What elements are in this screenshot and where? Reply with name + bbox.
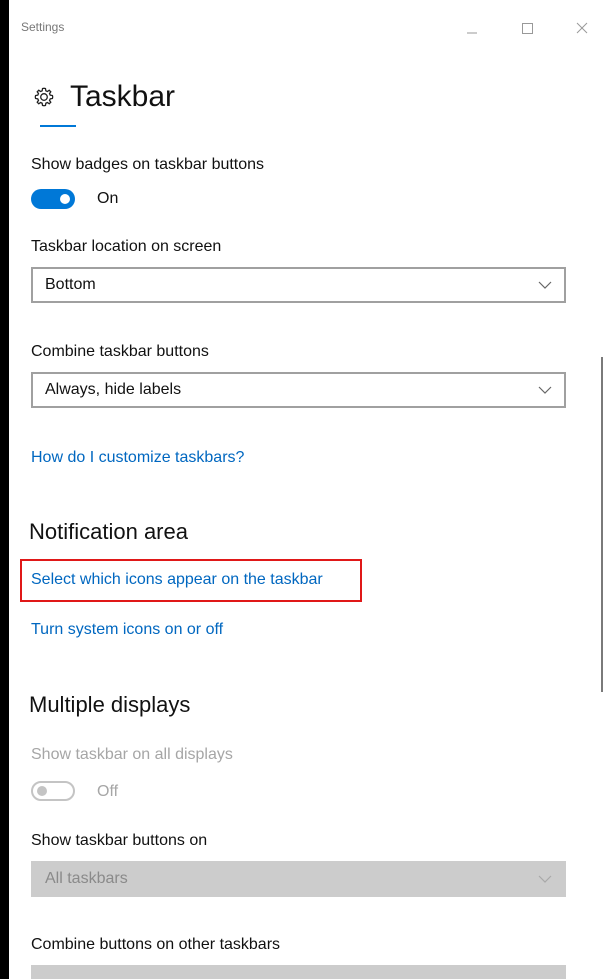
minimize-button[interactable] — [457, 16, 487, 40]
settings-window: Settings Taskbar Show badges on taskbar … — [9, 0, 606, 979]
select-icons-link[interactable]: Select which icons appear on the taskbar — [31, 571, 323, 589]
show-all-displays-state: Off — [97, 783, 119, 800]
toggle-knob — [37, 786, 47, 796]
combine-value: Always, hide labels — [45, 381, 182, 398]
badges-toggle[interactable] — [31, 189, 75, 209]
buttons-on-dropdown[interactable]: All taskbars — [31, 861, 566, 897]
combine-other-dropdown[interactable] — [31, 965, 566, 979]
window-title: Settings — [21, 20, 65, 34]
gear-icon — [34, 87, 54, 107]
system-icons-link[interactable]: Turn system icons on or off — [31, 621, 223, 639]
close-button[interactable] — [567, 16, 597, 40]
notification-area-heading: Notification area — [29, 519, 188, 544]
combine-dropdown[interactable]: Always, hide labels — [31, 372, 566, 408]
chevron-down-icon — [538, 386, 552, 394]
buttons-on-label: Show taskbar buttons on — [31, 832, 208, 849]
maximize-button[interactable] — [512, 16, 542, 40]
buttons-on-value: All taskbars — [45, 870, 128, 887]
page-title: Taskbar — [70, 80, 176, 113]
minimize-icon — [467, 32, 477, 34]
show-all-displays-label: Show taskbar on all displays — [31, 746, 233, 763]
badges-toggle-state: On — [97, 190, 119, 207]
location-value: Bottom — [45, 276, 96, 293]
multiple-displays-heading: Multiple displays — [29, 692, 191, 717]
combine-other-label: Combine buttons on other taskbars — [31, 936, 281, 953]
toggle-knob — [60, 194, 70, 204]
scrollbar[interactable] — [601, 357, 603, 692]
combine-label: Combine taskbar buttons — [31, 343, 209, 360]
location-dropdown[interactable]: Bottom — [31, 267, 566, 303]
badges-label: Show badges on taskbar buttons — [31, 156, 265, 173]
show-all-displays-toggle[interactable] — [31, 781, 75, 801]
close-icon — [576, 22, 588, 34]
chevron-down-icon — [538, 875, 552, 883]
customize-taskbars-link[interactable]: How do I customize taskbars? — [31, 449, 244, 467]
chevron-down-icon — [538, 281, 552, 289]
maximize-icon — [522, 23, 533, 34]
location-label: Taskbar location on screen — [31, 238, 222, 255]
header-underline — [40, 125, 76, 127]
